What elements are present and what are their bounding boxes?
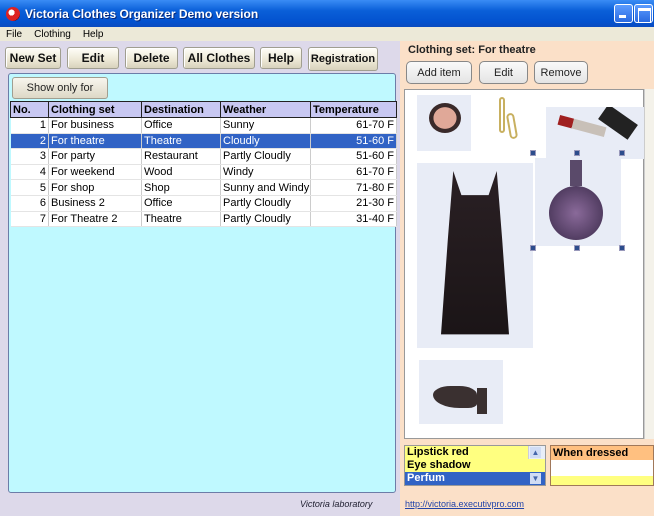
resize-handle[interactable]	[574, 245, 580, 251]
destination-cell: Wood	[141, 164, 221, 181]
window-title: Victoria Clothes Organizer Demo version	[25, 6, 259, 21]
weather-cell: Cloudly	[220, 133, 311, 150]
company-label: Victoria laboratory	[300, 499, 373, 509]
destination-cell: Office	[141, 195, 221, 212]
registration-button[interactable]: Registration	[308, 47, 378, 71]
destination-cell: Office	[141, 117, 221, 134]
resize-handle[interactable]	[530, 150, 536, 156]
show-only-for-button[interactable]: Show only for	[12, 77, 108, 99]
table-row[interactable]: 1 For business Office Sunny 61-70 F	[10, 117, 397, 134]
table-row[interactable]: 7 For Theatre 2 Theatre Partly Cloudly 31-40…	[10, 211, 397, 228]
scroll-down-icon[interactable]: ▼	[530, 473, 541, 484]
table-row[interactable]: 6 Business 2 Office Partly Cloudly 21-30 F	[10, 195, 397, 212]
when-dressed-label: When dressed	[551, 446, 653, 460]
destination-cell: Shop	[141, 179, 221, 196]
new-set-button[interactable]: New Set	[5, 47, 61, 69]
clothing-set-cell: For theatre	[48, 133, 142, 150]
set-items-list[interactable]: Lipstick red Eye shadow Perfum ▲ ▼	[404, 445, 546, 486]
clothing-set-cell: For business	[48, 117, 142, 134]
destination-cell: Restaurant	[141, 148, 221, 165]
edit-set-button[interactable]: Edit	[67, 47, 119, 69]
scroll-up-icon[interactable]: ▲	[530, 447, 541, 458]
column-header-destination[interactable]: Destination	[141, 101, 221, 118]
row-number: 2	[10, 133, 49, 150]
destination-cell: Theatre	[141, 133, 221, 150]
weather-cell: Partly Cloudly	[220, 195, 311, 212]
clothing-set-cell: For weekend	[48, 164, 142, 181]
shoe-image[interactable]	[419, 360, 503, 424]
clothing-set-cell: For shop	[48, 179, 142, 196]
title-bar: Victoria Clothes Organizer Demo version	[0, 0, 654, 27]
resize-handle[interactable]	[574, 150, 580, 156]
list-item[interactable]: Lipstick red	[405, 446, 545, 459]
menu-bar: File Clothing Help	[0, 27, 654, 41]
row-number: 1	[10, 117, 49, 134]
row-number: 5	[10, 179, 49, 196]
clothing-set-cell: For Theatre 2	[48, 211, 142, 228]
table-row[interactable]: 4 For weekend Wood Windy 61-70 F	[10, 164, 397, 181]
resize-handle[interactable]	[619, 245, 625, 251]
weather-cell: Partly Cloudly	[220, 211, 311, 228]
clothing-sets-table: No. Clothing set Destination Weather Tem…	[10, 101, 397, 228]
menu-help[interactable]: Help	[77, 29, 110, 40]
items-list-scrollbar[interactable]: ▲ ▼	[528, 446, 545, 484]
table-row[interactable]: 3 For party Restaurant Partly Cloudly 51-60 …	[10, 148, 397, 165]
resize-handle[interactable]	[530, 245, 536, 251]
temperature-cell: 61-70 F	[310, 164, 397, 181]
row-number: 4	[10, 164, 49, 181]
maximize-button[interactable]	[634, 4, 653, 23]
when-dressed-box[interactable]: When dressed	[550, 445, 654, 486]
menu-file[interactable]: File	[0, 29, 28, 40]
row-number: 3	[10, 148, 49, 165]
help-button[interactable]: Help	[260, 47, 302, 69]
column-header-weather[interactable]: Weather	[220, 101, 311, 118]
lipstick-image[interactable]	[546, 107, 648, 159]
weather-cell: Sunny and Windy	[220, 179, 311, 196]
set-title: Clothing set: For theatre	[408, 44, 536, 56]
temperature-cell: 51-60 F	[310, 148, 397, 165]
list-item[interactable]: Eye shadow	[405, 459, 545, 472]
column-header-no[interactable]: No.	[10, 101, 49, 118]
weather-cell: Partly Cloudly	[220, 148, 311, 165]
perfume-image[interactable]	[535, 158, 621, 246]
canvas-scrollbar[interactable]	[644, 89, 654, 439]
website-link[interactable]: http://victoria.executivpro.com	[405, 499, 524, 509]
weather-cell: Windy	[220, 164, 311, 181]
row-number: 7	[10, 211, 49, 228]
resize-handle[interactable]	[619, 150, 625, 156]
clothing-set-cell: Business 2	[48, 195, 142, 212]
temperature-cell: 21-30 F	[310, 195, 397, 212]
list-item-selected[interactable]: Perfum	[405, 472, 545, 485]
eye-shadow-image[interactable]	[417, 95, 471, 151]
table-row[interactable]: 5 For shop Shop Sunny and Windy 71-80 F	[10, 179, 397, 196]
rings-image[interactable]	[495, 95, 529, 147]
row-number: 6	[10, 195, 49, 212]
all-clothes-button[interactable]: All Clothes	[183, 47, 255, 69]
weather-cell: Sunny	[220, 117, 311, 134]
menu-clothing[interactable]: Clothing	[28, 29, 77, 40]
clothing-sets-panel: Show only for No. Clothing set Destinati…	[8, 73, 397, 493]
clothing-set-cell: For party	[48, 148, 142, 165]
add-item-button[interactable]: Add item	[406, 61, 472, 84]
table-row-selected[interactable]: 2 For theatre Theatre Cloudly 51-60 F	[10, 133, 397, 150]
app-icon	[6, 6, 20, 21]
remove-item-button[interactable]: Remove	[534, 61, 588, 84]
destination-cell: Theatre	[141, 211, 221, 228]
when-dressed-field[interactable]	[551, 476, 653, 485]
column-header-clothing-set[interactable]: Clothing set	[48, 101, 142, 118]
minimize-button[interactable]	[614, 4, 633, 23]
outfit-canvas[interactable]	[404, 89, 648, 439]
delete-set-button[interactable]: Delete	[125, 47, 178, 69]
temperature-cell: 51-60 F	[310, 133, 397, 150]
temperature-cell: 31-40 F	[310, 211, 397, 228]
dress-image[interactable]	[417, 163, 533, 348]
temperature-cell: 71-80 F	[310, 179, 397, 196]
edit-item-button[interactable]: Edit	[479, 61, 528, 84]
column-header-temperature[interactable]: Temperature	[310, 101, 397, 118]
temperature-cell: 61-70 F	[310, 117, 397, 134]
